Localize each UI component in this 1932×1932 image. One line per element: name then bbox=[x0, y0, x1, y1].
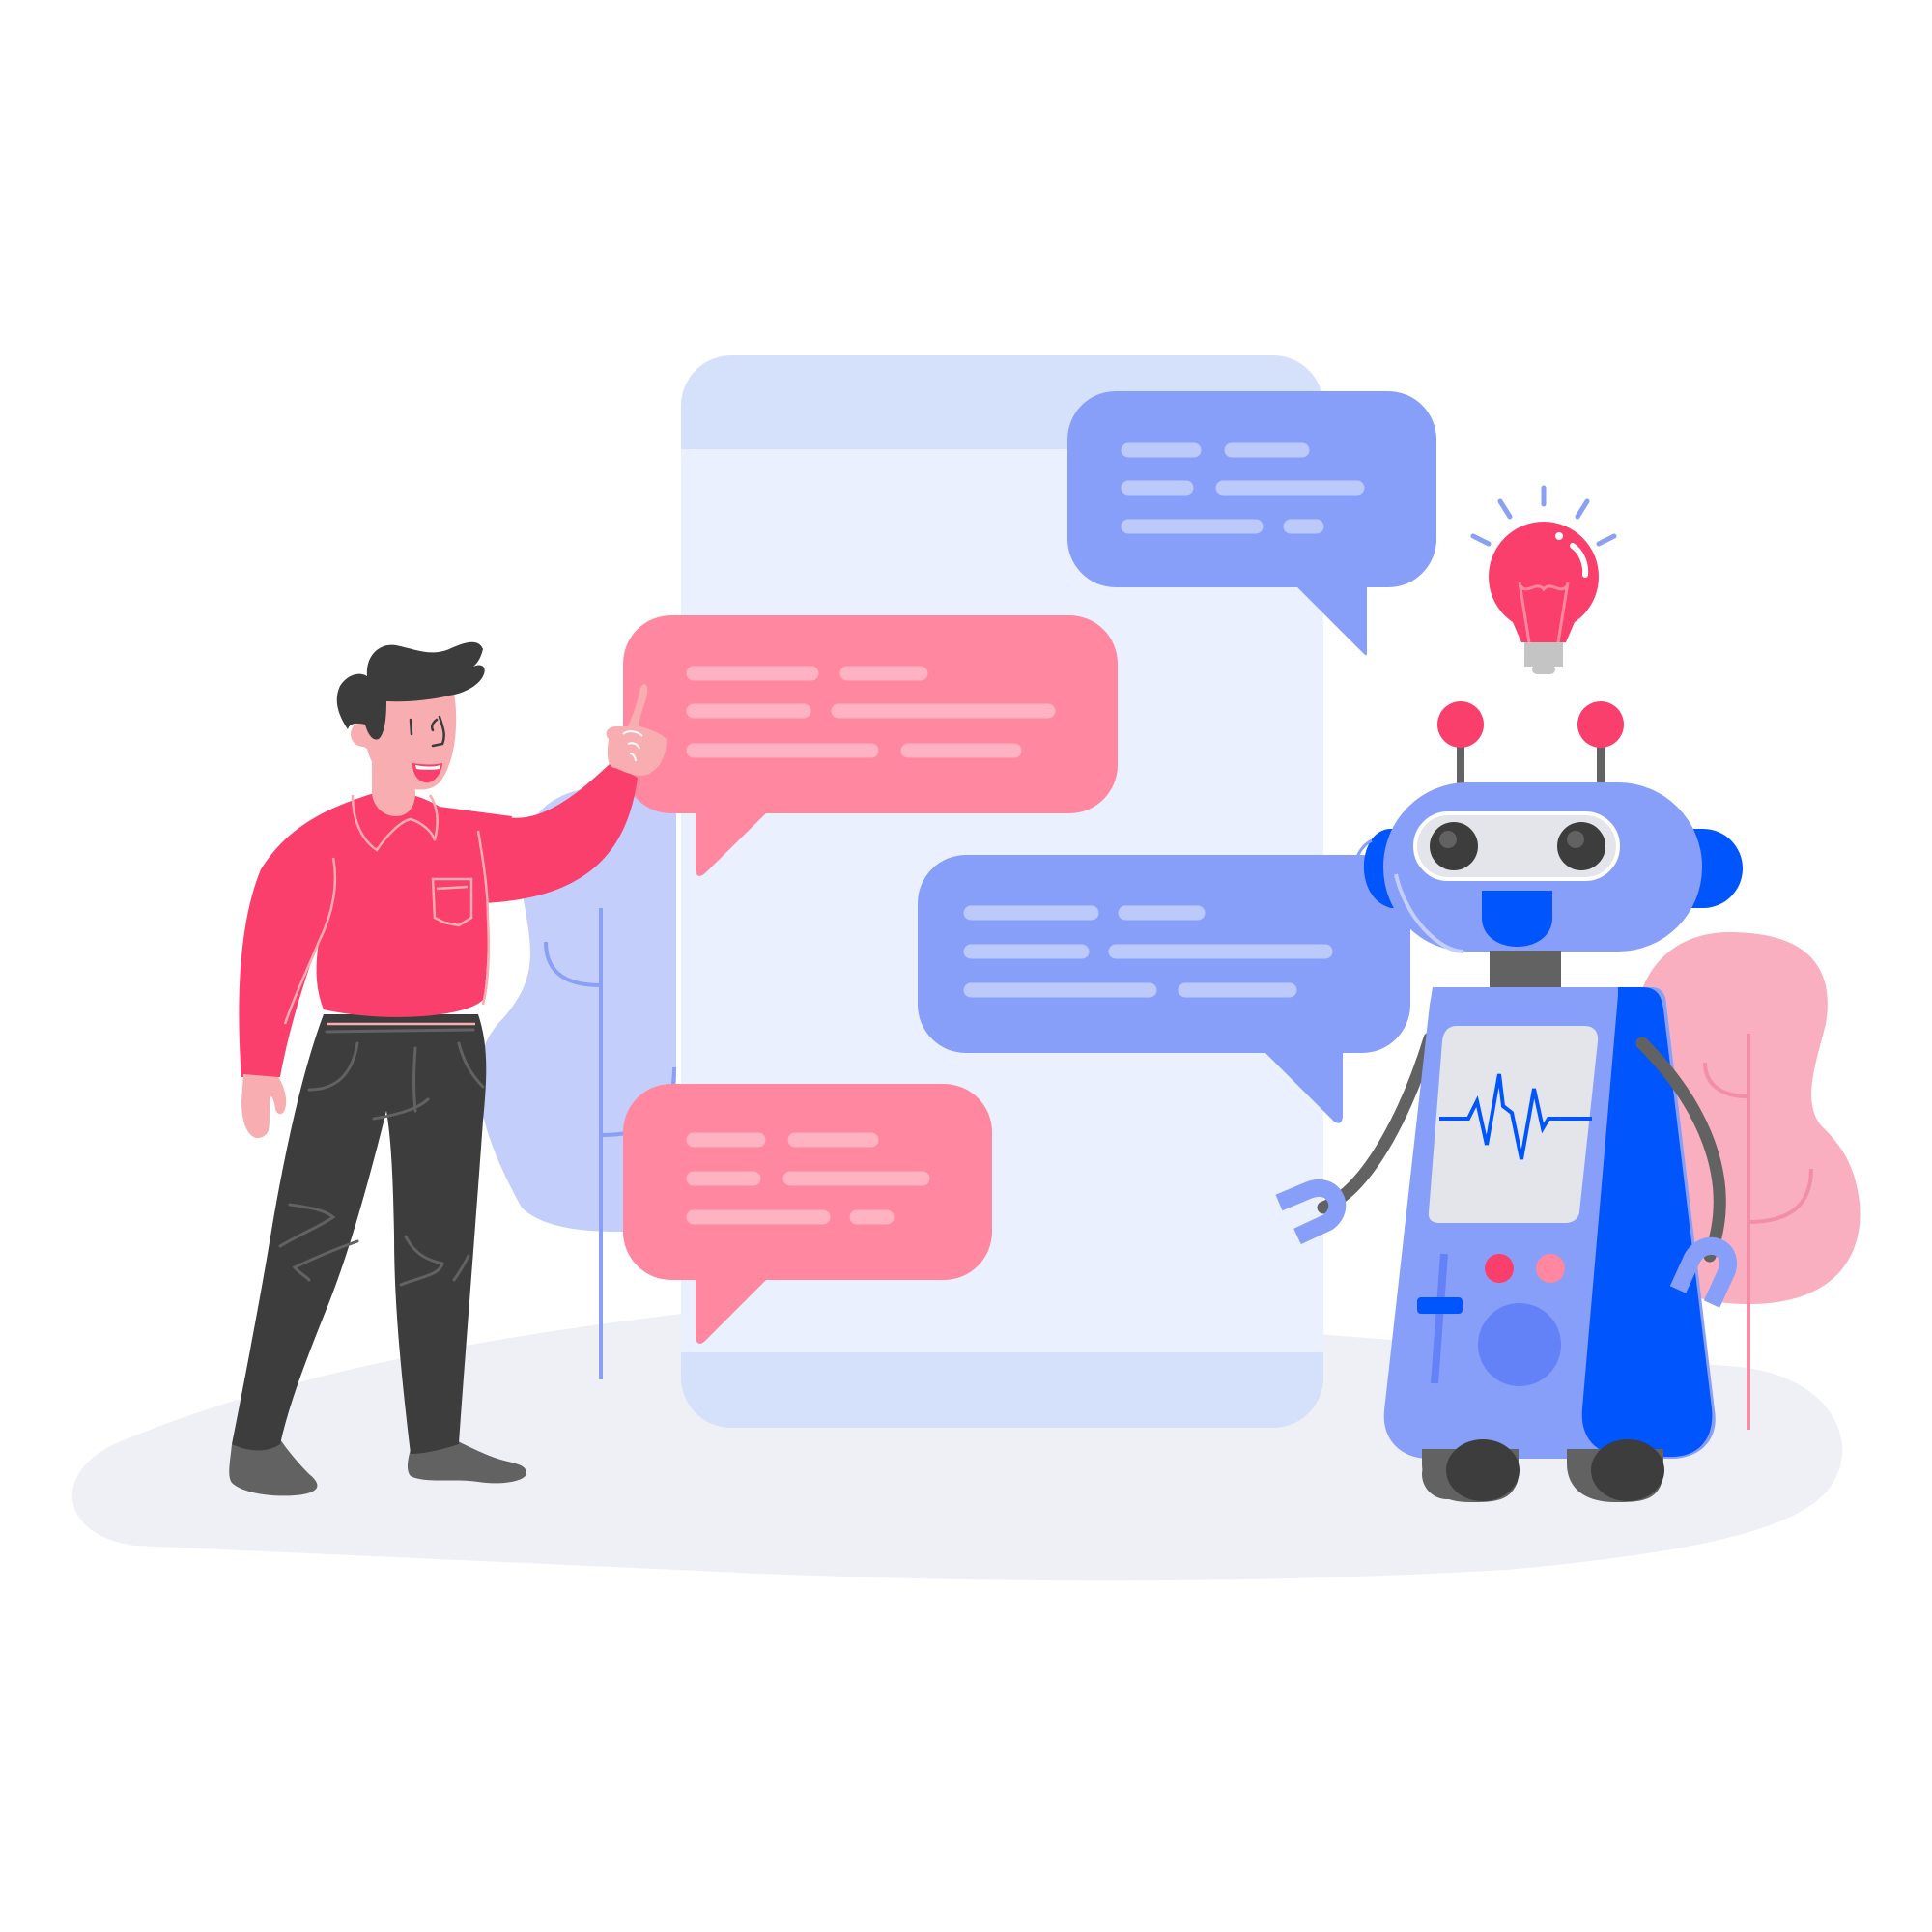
robot-wheel-right bbox=[1591, 1439, 1664, 1501]
robot-wheel-left bbox=[1446, 1439, 1520, 1501]
robot-button-red bbox=[1485, 1254, 1514, 1283]
antenna-left bbox=[1437, 701, 1484, 748]
robot-mouth bbox=[1482, 891, 1552, 947]
robot-eye-left bbox=[1430, 822, 1478, 870]
hand-left bbox=[242, 1074, 287, 1138]
robot-dial bbox=[1478, 1303, 1561, 1386]
antenna-right bbox=[1577, 701, 1624, 748]
robot-eye-right bbox=[1557, 822, 1605, 870]
robot-button-pink bbox=[1536, 1254, 1565, 1283]
chatbot-illustration bbox=[71, 355, 1861, 1581]
lightbulb-icon bbox=[1470, 485, 1617, 674]
